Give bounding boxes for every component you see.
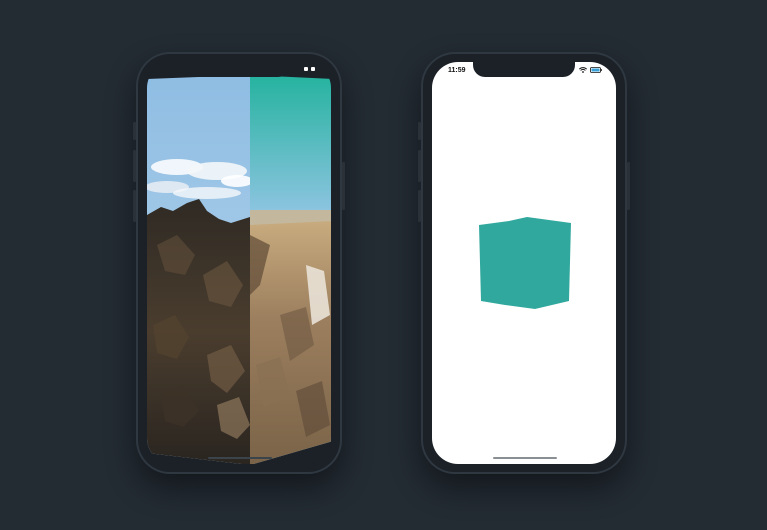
- status-indicators: [304, 67, 315, 71]
- right-phone: 11:59: [418, 52, 630, 474]
- right-phone-screen: 11:59: [432, 62, 616, 464]
- status-icons: [579, 67, 602, 73]
- volume-up-button: [133, 150, 136, 182]
- notch: [188, 62, 290, 77]
- status-time: 11:59: [448, 67, 466, 74]
- home-indicator[interactable]: [208, 457, 272, 459]
- power-button: [342, 162, 345, 210]
- status-dot: [311, 67, 315, 71]
- volume-down-button: [418, 190, 421, 222]
- status-dot: [304, 67, 308, 71]
- desert-photo: [250, 75, 331, 464]
- left-phone-screen: [147, 62, 331, 464]
- wifi-icon: [579, 67, 587, 73]
- cube-face-side[interactable]: [250, 75, 331, 464]
- home-indicator[interactable]: [493, 457, 557, 459]
- mute-switch: [133, 122, 136, 140]
- power-button: [627, 162, 630, 210]
- notch: [473, 62, 575, 77]
- mute-switch: [418, 122, 421, 140]
- volume-down-button: [133, 190, 136, 222]
- left-phone: [133, 52, 345, 474]
- mountain-photo: [147, 75, 250, 464]
- volume-up-button: [418, 150, 421, 182]
- battery-icon: [590, 67, 602, 73]
- cube-face-front[interactable]: [147, 75, 250, 464]
- rotating-cube[interactable]: [479, 217, 571, 309]
